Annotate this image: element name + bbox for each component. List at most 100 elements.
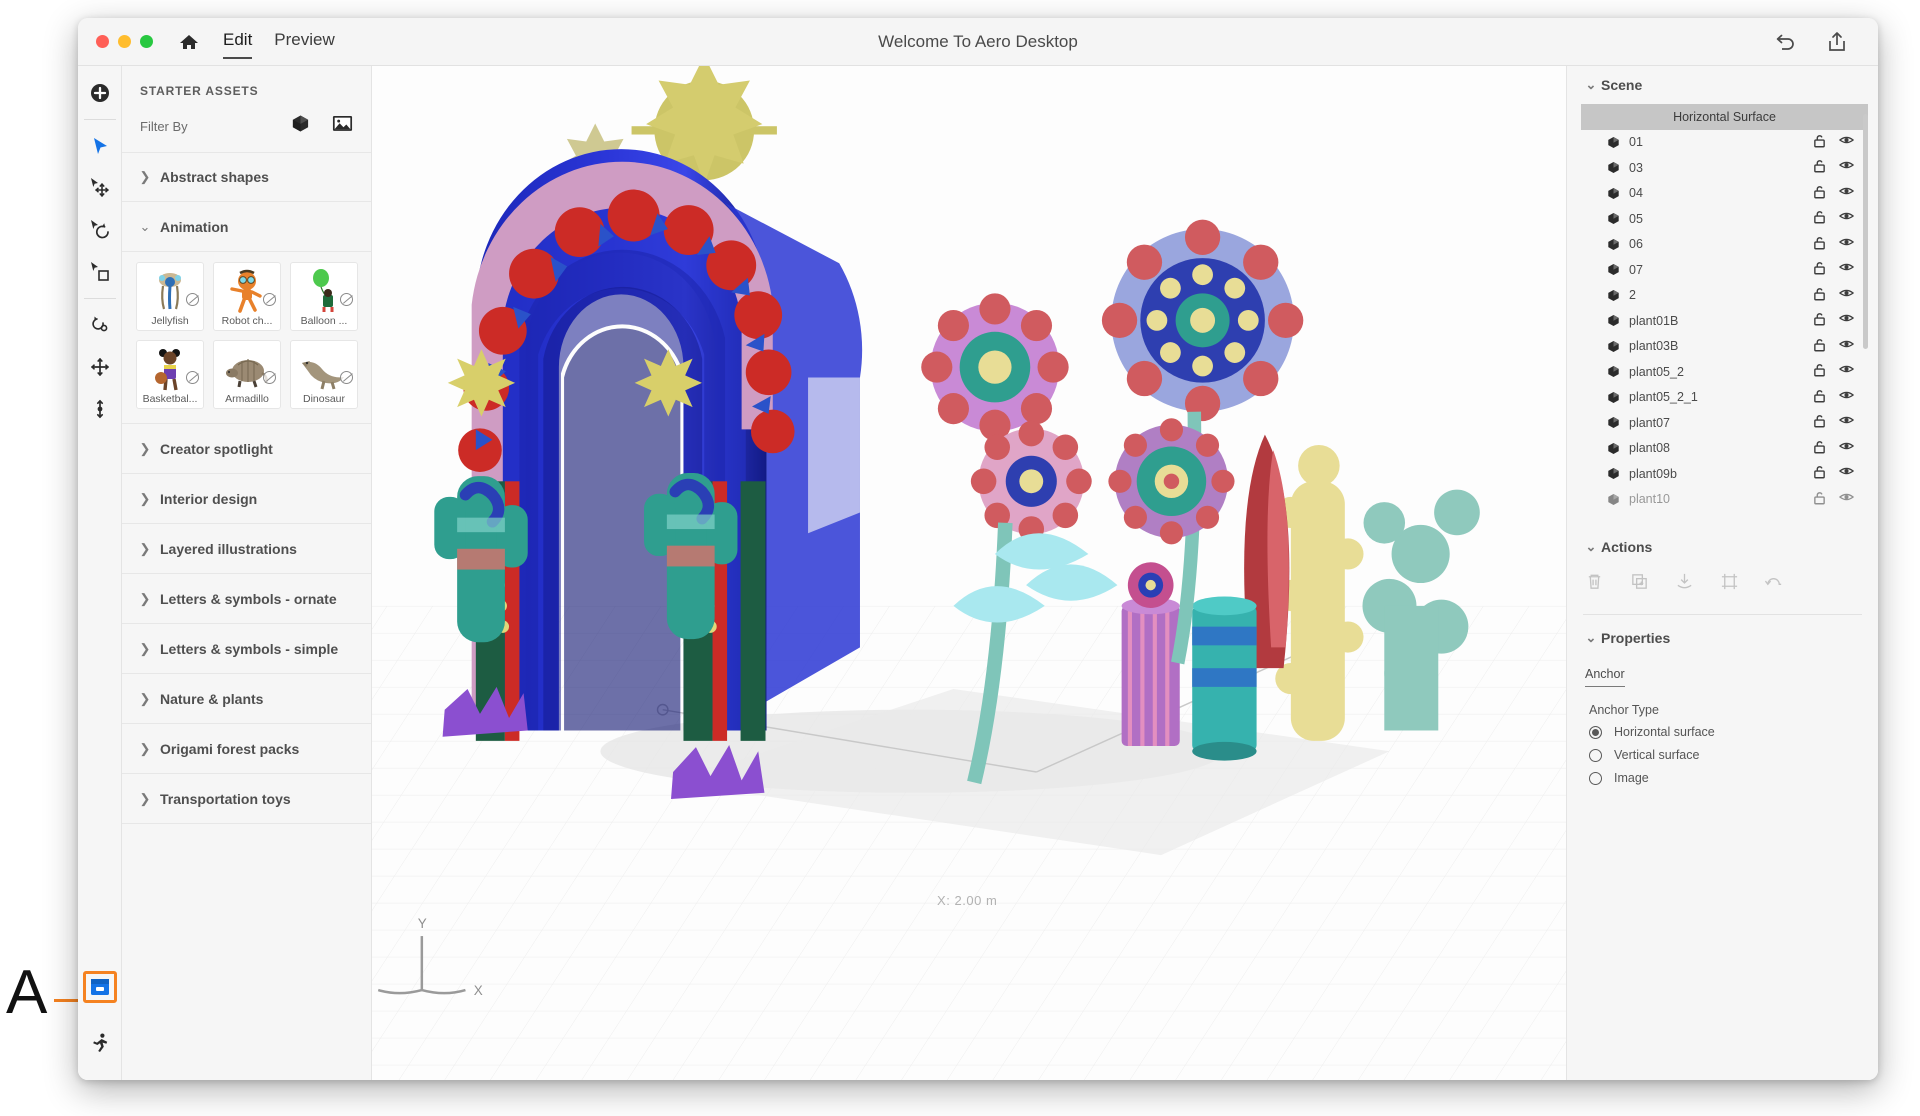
table-row[interactable]: plant09b	[1581, 461, 1868, 487]
asset-card-jellyfish[interactable]: Jellyfish	[136, 262, 204, 331]
eye-icon[interactable]	[1838, 338, 1855, 355]
select-arrow-icon[interactable]	[78, 125, 122, 167]
asset-card-basketball[interactable]: Basketbal...	[136, 340, 204, 409]
run-preview-icon[interactable]	[78, 1022, 122, 1064]
category-layered-illustrations[interactable]: ❯ Layered illustrations	[122, 524, 371, 574]
home-icon[interactable]	[177, 30, 201, 54]
unlock-icon[interactable]	[1813, 134, 1826, 151]
scene-list-scrollbar[interactable]	[1863, 114, 1868, 349]
category-creator-spotlight[interactable]: ❯ Creator spotlight	[122, 424, 371, 474]
table-row[interactable]: plant05_2	[1581, 359, 1868, 385]
window-controls[interactable]	[96, 35, 153, 48]
panel-toggle-highlight[interactable]	[82, 971, 117, 1003]
table-row[interactable]: plant08	[1581, 436, 1868, 462]
table-row[interactable]: plant05_2_1	[1581, 385, 1868, 411]
eye-icon[interactable]	[1838, 134, 1855, 151]
undo-icon[interactable]	[1772, 29, 1798, 55]
unlock-icon[interactable]	[1813, 414, 1826, 431]
table-row[interactable]: 01	[1581, 130, 1868, 156]
unlock-icon[interactable]	[1813, 363, 1826, 380]
3d-viewport[interactable]: Y X Z X: 2.00 m	[372, 66, 1566, 1080]
eye-icon[interactable]	[1838, 261, 1855, 278]
image-filter-icon[interactable]	[332, 114, 353, 138]
unlock-icon[interactable]	[1813, 287, 1826, 304]
unlock-icon[interactable]	[1813, 312, 1826, 329]
scene-canvas[interactable]: Y X Z	[372, 66, 1566, 1080]
table-row[interactable]: plant03B	[1581, 334, 1868, 360]
tab-edit[interactable]: Edit	[223, 30, 253, 59]
scene-section-header[interactable]: ⌄ Scene	[1567, 66, 1878, 104]
eye-icon[interactable]	[1838, 414, 1855, 431]
unlock-icon[interactable]	[1813, 236, 1826, 253]
orbit-icon[interactable]	[78, 304, 122, 346]
actions-section-header[interactable]: ⌄ Actions	[1567, 528, 1878, 566]
share-icon[interactable]	[1824, 29, 1850, 55]
eye-icon[interactable]	[1838, 287, 1855, 304]
properties-section-header[interactable]: ⌄ Properties	[1567, 619, 1878, 657]
unlock-icon[interactable]	[1813, 261, 1826, 278]
pan-icon[interactable]	[78, 346, 122, 388]
eye-icon[interactable]	[1838, 491, 1855, 508]
asset-card-dinosaur[interactable]: Dinosaur	[290, 340, 358, 409]
category-nature-plants[interactable]: ❯ Nature & plants	[122, 674, 371, 724]
asset-card-robot[interactable]: Robot ch...	[213, 262, 281, 331]
radio-vertical-surface[interactable]: Vertical surface	[1589, 748, 1878, 762]
duplicate-icon[interactable]	[1630, 572, 1649, 596]
scene-hierarchy-list[interactable]: Horizontal Surface 01 03 04 05 06 07 2 p…	[1581, 104, 1868, 520]
eye-icon[interactable]	[1838, 465, 1855, 482]
rotate-tool-icon[interactable]	[78, 209, 122, 251]
radio-button-icon[interactable]	[1589, 771, 1602, 785]
add-icon[interactable]	[78, 72, 122, 114]
category-interior-design[interactable]: ❯ Interior design	[122, 474, 371, 524]
table-row[interactable]: 2	[1581, 283, 1868, 309]
minimize-window-button[interactable]	[118, 35, 131, 48]
unlock-icon[interactable]	[1813, 465, 1826, 482]
move-tool-icon[interactable]	[78, 167, 122, 209]
unlock-icon[interactable]	[1813, 389, 1826, 406]
table-row[interactable]: 03	[1581, 155, 1868, 181]
unlock-icon[interactable]	[1813, 491, 1826, 508]
category-letters-symbols-simple[interactable]: ❯ Letters & symbols - simple	[122, 624, 371, 674]
close-window-button[interactable]	[96, 35, 109, 48]
unlock-icon[interactable]	[1813, 185, 1826, 202]
tab-preview[interactable]: Preview	[274, 30, 334, 53]
table-row[interactable]: 04	[1581, 181, 1868, 207]
table-row[interactable]: 07	[1581, 257, 1868, 283]
cube-filter-icon[interactable]	[291, 114, 310, 138]
delete-icon[interactable]	[1585, 572, 1604, 596]
unlock-icon[interactable]	[1813, 210, 1826, 227]
radio-horizontal-surface[interactable]: Horizontal surface	[1589, 725, 1878, 739]
radio-button-icon[interactable]	[1589, 725, 1602, 739]
radio-image[interactable]: Image	[1589, 771, 1878, 785]
panel-toggle-icon[interactable]	[78, 966, 122, 1008]
maximize-window-button[interactable]	[140, 35, 153, 48]
scale-tool-icon[interactable]	[78, 251, 122, 293]
eye-icon[interactable]	[1838, 185, 1855, 202]
table-row[interactable]: plant07	[1581, 410, 1868, 436]
unlock-icon[interactable]	[1813, 440, 1826, 457]
eye-icon[interactable]	[1838, 312, 1855, 329]
scene-row-horizontal-surface[interactable]: Horizontal Surface	[1581, 104, 1868, 130]
asset-card-armadillo[interactable]: Armadillo	[213, 340, 281, 409]
table-row[interactable]: plant10	[1581, 487, 1868, 513]
eye-icon[interactable]	[1838, 363, 1855, 380]
asset-card-balloon[interactable]: Balloon ...	[290, 262, 358, 331]
table-row[interactable]: 06	[1581, 232, 1868, 258]
category-origami-forest-packs[interactable]: ❯ Origami forest packs	[122, 724, 371, 774]
eye-icon[interactable]	[1838, 210, 1855, 227]
fit-to-frame-icon[interactable]	[1720, 572, 1739, 596]
unlock-icon[interactable]	[1813, 338, 1826, 355]
radio-button-icon[interactable]	[1589, 748, 1602, 762]
unlock-icon[interactable]	[1813, 159, 1826, 176]
eye-icon[interactable]	[1838, 440, 1855, 457]
tab-anchor[interactable]: Anchor	[1585, 667, 1625, 687]
anchor-to-surface-icon[interactable]	[1675, 572, 1694, 596]
category-animation[interactable]: ⌄ Animation	[122, 202, 371, 252]
category-letters-symbols-ornate[interactable]: ❯ Letters & symbols - ornate	[122, 574, 371, 624]
table-row[interactable]: 05	[1581, 206, 1868, 232]
table-row[interactable]: plant01B	[1581, 308, 1868, 334]
category-abstract-shapes[interactable]: ❯ Abstract shapes	[122, 152, 371, 202]
dolly-icon[interactable]	[78, 388, 122, 430]
eye-icon[interactable]	[1838, 159, 1855, 176]
reset-icon[interactable]	[1765, 572, 1784, 596]
